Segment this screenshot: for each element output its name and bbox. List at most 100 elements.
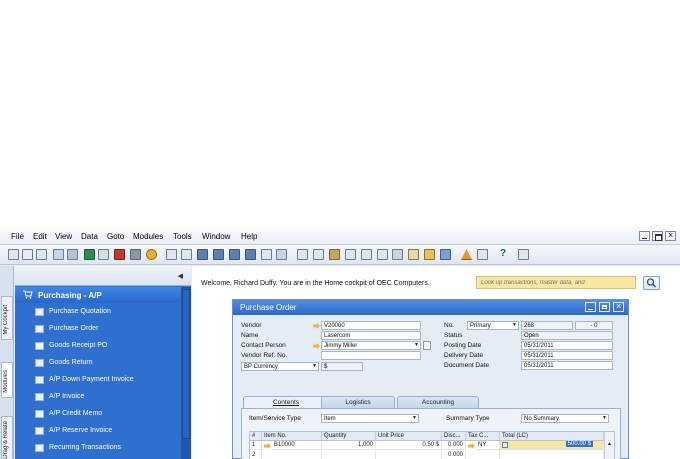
contact-person-select[interactable]: Jimmy Miller [321, 341, 421, 350]
menu-view[interactable]: View [55, 232, 72, 241]
gross-profit-icon[interactable] [329, 249, 340, 260]
excel-icon[interactable] [84, 249, 95, 260]
po-close-icon[interactable]: × [613, 301, 624, 312]
target-document-icon[interactable] [313, 249, 324, 260]
column-header-unit-price[interactable]: Unit Price [376, 432, 442, 441]
item-no-cell[interactable]: B10000 [272, 441, 322, 450]
quantity-cell[interactable] [322, 451, 376, 459]
contact-details-icon[interactable] [423, 341, 431, 350]
po-maximize-icon[interactable] [599, 302, 610, 312]
module-recurring-transactions[interactable]: Recurring Transactions [15, 440, 181, 456]
sms-icon[interactable] [67, 249, 78, 260]
menu-edit[interactable]: Edit [33, 232, 47, 241]
discount-cell[interactable]: 0.000 [442, 451, 466, 459]
close-icon[interactable] [665, 230, 676, 241]
previous-record-icon[interactable] [213, 249, 224, 260]
first-record-icon[interactable] [197, 249, 208, 260]
item-type-select[interactable]: Item [321, 414, 419, 423]
vendor-ref-field[interactable] [321, 351, 421, 360]
total-value[interactable]: 500.00 $ [565, 441, 593, 447]
minimize-icon[interactable] [639, 231, 650, 241]
menu-modules[interactable]: Modules [133, 232, 163, 241]
calculator-icon[interactable] [502, 442, 508, 448]
email-icon[interactable] [53, 249, 64, 260]
summary-type-select[interactable]: No Summary [521, 414, 609, 423]
menu-tools[interactable]: Tools [173, 232, 192, 241]
column-header-item-no[interactable]: Item No. [262, 432, 322, 441]
payment-icon[interactable] [361, 249, 372, 260]
settings-icon[interactable] [146, 249, 157, 260]
last-record-icon[interactable] [245, 249, 256, 260]
word-icon[interactable] [98, 249, 109, 260]
print-preview-icon[interactable] [22, 249, 33, 260]
base-document-icon[interactable] [297, 249, 308, 260]
module-purchase-quotation[interactable]: Purchase Quotation [15, 304, 181, 320]
column-header-tax-code[interactable]: Tax C... [466, 432, 500, 441]
scroll-up-icon[interactable]: ▲ [607, 441, 612, 447]
messages-icon[interactable] [477, 249, 488, 260]
journal-icon[interactable] [345, 249, 356, 260]
column-header-discount[interactable]: Disc... [442, 432, 466, 441]
link-arrow-icon[interactable] [313, 323, 320, 329]
alert-icon[interactable] [461, 249, 472, 260]
pen-icon[interactable] [408, 249, 419, 260]
module-purchase-order[interactable]: Purchase Order [15, 321, 181, 337]
module-goods-return[interactable]: Goods Return [15, 355, 181, 371]
new-document-icon[interactable] [8, 249, 19, 260]
pdf-icon[interactable] [114, 249, 125, 260]
name-field[interactable]: Lasercom [321, 331, 421, 340]
module-ap-invoice[interactable]: A/P Invoice [15, 389, 181, 405]
currency-select[interactable]: BP Currency [241, 362, 319, 371]
find-icon[interactable] [166, 249, 177, 260]
unit-price-cell[interactable]: 0.50 $ [376, 441, 442, 450]
tab-logistics[interactable]: Logistics [321, 396, 395, 408]
quantity-cell[interactable]: 1,000 [322, 441, 376, 450]
link-arrow-icon[interactable] [468, 443, 475, 449]
link-arrow-icon[interactable] [313, 343, 320, 349]
menu-help[interactable]: Help [241, 232, 257, 241]
module-goods-receipt-po[interactable]: Goods Receipt PO [15, 338, 181, 354]
document-date-field[interactable]: 05/31/2011 [521, 361, 613, 370]
menu-window[interactable]: Window [202, 232, 230, 241]
tab-contents[interactable]: Contents [243, 396, 329, 408]
module-ap-reserve-invoice[interactable]: A/P Reserve Invoice [15, 423, 181, 439]
panel-scrollbar[interactable] [181, 287, 191, 459]
module-ap-credit-memo[interactable]: A/P Credit Memo [15, 406, 181, 422]
tab-my-cockpit[interactable]: My Cockpit [1, 296, 13, 340]
filter-icon[interactable] [261, 249, 272, 260]
lock-icon[interactable] [130, 249, 141, 260]
scrollbar-thumb[interactable] [182, 289, 190, 439]
table-scrollbar[interactable]: ▲ [604, 432, 614, 459]
item-no-cell[interactable] [262, 451, 322, 459]
search-input[interactable] [476, 276, 636, 289]
help-icon[interactable]: ? [498, 248, 509, 260]
po-minimize-icon[interactable] [585, 302, 596, 312]
print-icon[interactable] [36, 249, 47, 260]
maximize-icon[interactable] [652, 231, 663, 241]
column-header-total[interactable]: Total (LC) [500, 432, 604, 441]
collapse-icon[interactable]: ◀ [178, 272, 183, 280]
link-arrow-icon[interactable] [264, 443, 271, 449]
unit-price-cell[interactable] [376, 451, 442, 459]
add-icon[interactable] [181, 249, 192, 260]
menu-file[interactable]: File [11, 232, 24, 241]
tab-drag-relate[interactable]: Drag & Relate [1, 416, 13, 459]
tax-code-cell[interactable] [466, 451, 500, 459]
menu-data[interactable]: Data [81, 232, 98, 241]
module-ap-down-payment-invoice[interactable]: A/P Down Payment Invoice [15, 372, 181, 388]
purchasing-section-header[interactable]: Purchasing - A/P [15, 287, 181, 303]
series-select[interactable]: Primary [467, 321, 519, 330]
vendor-field[interactable]: V20000 [321, 321, 421, 330]
tab-accounting[interactable]: Accounting [397, 396, 479, 408]
tax-code-cell[interactable]: NY [476, 441, 500, 450]
calculator-icon[interactable] [518, 249, 529, 260]
query-icon[interactable] [440, 249, 451, 260]
delivery-date-field[interactable]: 05/31/2011 [521, 351, 613, 360]
layout-icon[interactable] [392, 249, 403, 260]
discount-cell[interactable]: 0.000 [442, 441, 466, 450]
tab-modules[interactable]: Modules [1, 362, 13, 398]
search-button[interactable] [643, 276, 660, 290]
sort-icon[interactable] [276, 249, 287, 260]
column-header-quantity[interactable]: Quantity [322, 432, 376, 441]
form-settings-icon[interactable] [424, 249, 435, 260]
